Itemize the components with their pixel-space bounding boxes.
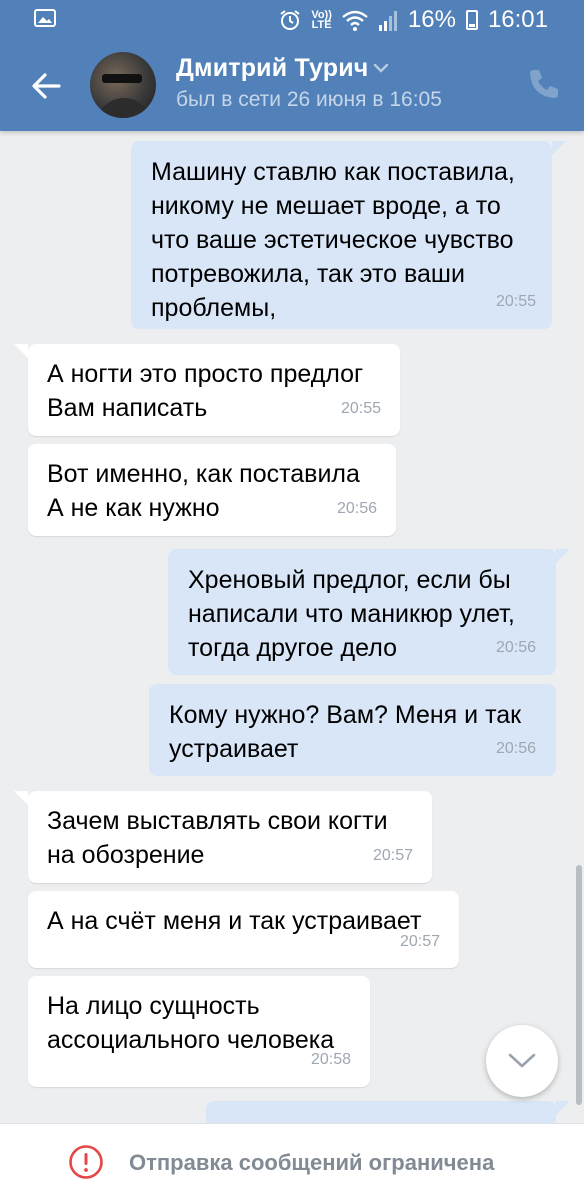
scroll-to-bottom-button[interactable] [486,1025,558,1097]
message-incoming[interactable]: Зачем выставлять свои когти на обозрение… [14,791,432,883]
message-time: 20:56 [336,500,377,517]
alarm-icon [280,10,300,30]
chevron-down-icon[interactable] [373,62,389,74]
arrow-left-icon [32,73,61,99]
message-time: 20:55 [340,400,381,417]
chevron-down-icon [508,1053,536,1068]
message-time: 20:56 [495,639,536,656]
messaging-restricted-text: Отправка сообщений ограничена [129,1150,495,1175]
message-outgoing-partial[interactable] [206,1101,570,1123]
volte-icon: Vo)) LTE [311,9,332,31]
message-outgoing[interactable]: Хреновый предлог, если бы написали что м… [168,549,570,675]
message-text-line: А не как нужно [47,494,220,522]
message-text-line: Вот именно, как поставила [47,460,360,488]
message-time: 20:56 [495,740,536,757]
chat-header: Vo)) LTE 16% 16:01 Дмитрий Турич был в с… [0,0,584,131]
message-text-line: что ваше эстетическое чувство [151,226,514,254]
message-text-line: на обозрение [47,841,205,869]
message-time: 20:57 [372,847,413,864]
message-text-line: Хреновый предлог, если бы [188,566,511,594]
message-text-line: А на счёт меня и так устраивает [47,907,422,935]
gallery-icon [34,9,56,27]
app-bar: Дмитрий Турич был в сети 26 июня в 16:05 [0,40,584,131]
exclamation-circle-icon [69,1145,103,1179]
message-text-line: проблемы, [151,294,277,322]
back-button[interactable] [22,62,70,110]
message-incoming[interactable]: А ногти это просто предлог Вам написать … [14,344,400,436]
restricted-footer: Отправка сообщений ограничена [0,1123,584,1200]
message-time: 20:58 [310,1051,351,1068]
message-incoming[interactable]: А на счёт меня и так устраивает 20:57 [28,891,459,968]
message-incoming[interactable]: На лицо сущность ассоциального человека … [28,976,370,1087]
clock: 16:01 [487,6,548,33]
message-incoming[interactable]: Вот именно, как поставила А не как нужно… [28,444,396,536]
contact-name[interactable]: Дмитрий Турич [176,54,369,83]
message-text-line: Машину ставлю как поставила, [151,158,515,186]
message-text-line: На лицо сущность [47,992,260,1020]
message-text-line: устраивает [169,735,299,763]
scrollbar-thumb[interactable] [576,865,582,1105]
message-text-line: ассоциального человека [47,1026,335,1054]
battery-percent: 16% [407,6,456,33]
message-text-line: написали что маникюр улет, [188,600,515,628]
message-time: 20:55 [495,293,536,310]
message-text-line: Вам написать [47,394,208,422]
message-text-line: никому не мешает вроде, а то [151,192,501,220]
message-outgoing[interactable]: Кому нужно? Вам? Меня и так устраивает 2… [149,684,556,776]
signal-icon [378,11,397,31]
message-text-line: Кому нужно? Вам? Меня и так [169,701,522,729]
message-text-line: Зачем выставлять свои когти [47,807,388,835]
message-time: 20:57 [399,933,440,950]
avatar[interactable] [90,52,156,118]
message-text-line: А ногти это просто предлог [47,360,364,388]
message-text-line: потревожила, так это ваши [151,260,465,288]
message-text-line: тогда другое дело [188,634,397,662]
status-bar: Vo)) LTE 16% 16:01 [0,0,584,40]
message-outgoing[interactable]: Машину ставлю как поставила, никому не м… [131,141,566,329]
message-list[interactable]: Машину ставлю как поставила, никому не м… [0,131,584,1123]
phone-icon[interactable] [524,64,564,104]
battery-icon [465,10,478,30]
wifi-icon [342,10,368,31]
last-seen-status: был в сети 26 июня в 16:05 [176,88,442,111]
